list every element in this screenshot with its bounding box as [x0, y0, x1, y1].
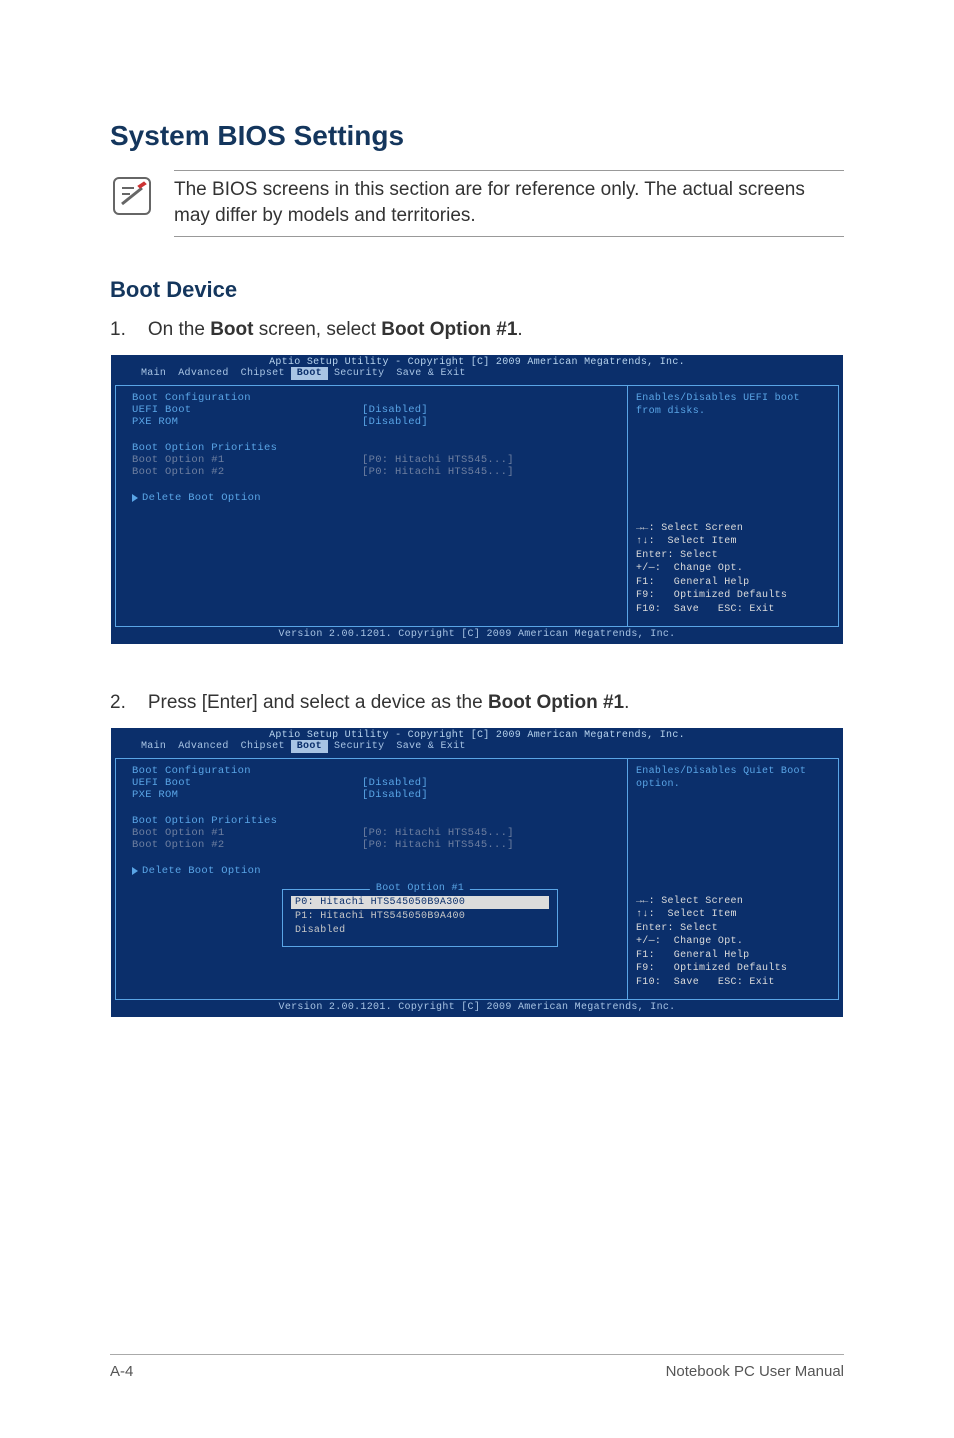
boot-opt2-label[interactable]: Boot Option #2	[132, 466, 362, 478]
step-number: 2.	[110, 692, 126, 714]
tab-save-exit[interactable]: Save & Exit	[390, 367, 471, 380]
tab-advanced[interactable]: Advanced	[172, 740, 234, 753]
boot-opt2-value: [P0: Hitachi HTS545...]	[362, 839, 514, 851]
pxe-rom-value: [Disabled]	[362, 416, 428, 428]
boot-prio-heading: Boot Option Priorities	[132, 442, 362, 454]
bios-tab-bar: Main Advanced Chipset Boot Security Save…	[111, 740, 843, 753]
tab-advanced[interactable]: Advanced	[172, 367, 234, 380]
boot-opt2-value: [P0: Hitachi HTS545...]	[362, 466, 514, 478]
boot-option-popup: Boot Option #1 P0: Hitachi HTS545050B9A3…	[282, 889, 558, 947]
bios-tab-bar: Main Advanced Chipset Boot Security Save…	[111, 367, 843, 380]
triangle-icon	[132, 867, 138, 875]
tab-boot[interactable]: Boot	[291, 740, 328, 753]
step-number: 1.	[110, 319, 126, 341]
delete-boot-option[interactable]: Delete Boot Option	[132, 865, 619, 877]
page-footer: A-4 Notebook PC User Manual	[110, 1354, 844, 1380]
tab-chipset[interactable]: Chipset	[235, 367, 291, 380]
popup-item-p0[interactable]: P0: Hitachi HTS545050B9A300	[291, 896, 549, 909]
uefi-boot-label[interactable]: UEFI Boot	[132, 404, 362, 416]
boot-config-heading: Boot Configuration	[132, 765, 362, 777]
uefi-boot-label[interactable]: UEFI Boot	[132, 777, 362, 789]
tab-main[interactable]: Main	[135, 740, 172, 753]
triangle-icon	[132, 494, 138, 502]
tab-chipset[interactable]: Chipset	[235, 740, 291, 753]
uefi-boot-value: [Disabled]	[362, 404, 428, 416]
popup-item-p1[interactable]: P1: Hitachi HTS545050B9A400	[291, 910, 549, 923]
note-icon	[110, 174, 154, 218]
boot-opt2-label[interactable]: Boot Option #2	[132, 839, 362, 851]
step-text: Press [Enter] and select a device as the…	[148, 692, 630, 714]
bios-screenshot-2: Aptio Setup Utility - Copyright [C] 2009…	[111, 728, 843, 1017]
manual-title: Notebook PC User Manual	[666, 1363, 844, 1380]
note-text: The BIOS screens in this section are for…	[174, 170, 844, 237]
popup-title: Boot Option #1	[370, 883, 470, 894]
boot-prio-heading: Boot Option Priorities	[132, 815, 362, 827]
tab-security[interactable]: Security	[328, 367, 390, 380]
step-1: 1. On the Boot screen, select Boot Optio…	[110, 319, 844, 341]
tab-save-exit[interactable]: Save & Exit	[390, 740, 471, 753]
bios-screenshot-1: Aptio Setup Utility - Copyright [C] 2009…	[111, 355, 843, 644]
boot-opt1-label[interactable]: Boot Option #1	[132, 454, 362, 466]
page-number: A-4	[110, 1363, 133, 1380]
boot-opt1-label[interactable]: Boot Option #1	[132, 827, 362, 839]
note-callout: The BIOS screens in this section are for…	[110, 170, 844, 237]
tab-security[interactable]: Security	[328, 740, 390, 753]
step-text: On the Boot screen, select Boot Option #…	[148, 319, 523, 341]
popup-item-disabled[interactable]: Disabled	[291, 924, 549, 937]
bios-help-text: Enables/Disables Quiet Boot option.	[636, 765, 830, 791]
tab-main[interactable]: Main	[135, 367, 172, 380]
uefi-boot-value: [Disabled]	[362, 777, 428, 789]
bios-key-help: →←: Select Screen ↑↓: Select Item Enter:…	[636, 522, 830, 617]
bios-footer: Version 2.00.1201. Copyright [C] 2009 Am…	[111, 627, 843, 644]
bios-key-help: →←: Select Screen ↑↓: Select Item Enter:…	[636, 895, 830, 990]
bios-footer: Version 2.00.1201. Copyright [C] 2009 Am…	[111, 1000, 843, 1017]
boot-opt1-value: [P0: Hitachi HTS545...]	[362, 827, 514, 839]
delete-boot-option[interactable]: Delete Boot Option	[132, 492, 619, 504]
tab-boot[interactable]: Boot	[291, 367, 328, 380]
step-2: 2. Press [Enter] and select a device as …	[110, 692, 844, 714]
pxe-rom-label[interactable]: PXE ROM	[132, 789, 362, 801]
boot-config-heading: Boot Configuration	[132, 392, 362, 404]
pxe-rom-value: [Disabled]	[362, 789, 428, 801]
boot-opt1-value: [P0: Hitachi HTS545...]	[362, 454, 514, 466]
page-heading: System BIOS Settings	[110, 120, 844, 152]
pxe-rom-label[interactable]: PXE ROM	[132, 416, 362, 428]
sub-heading: Boot Device	[110, 277, 844, 303]
bios-help-text: Enables/Disables UEFI boot from disks.	[636, 392, 830, 418]
